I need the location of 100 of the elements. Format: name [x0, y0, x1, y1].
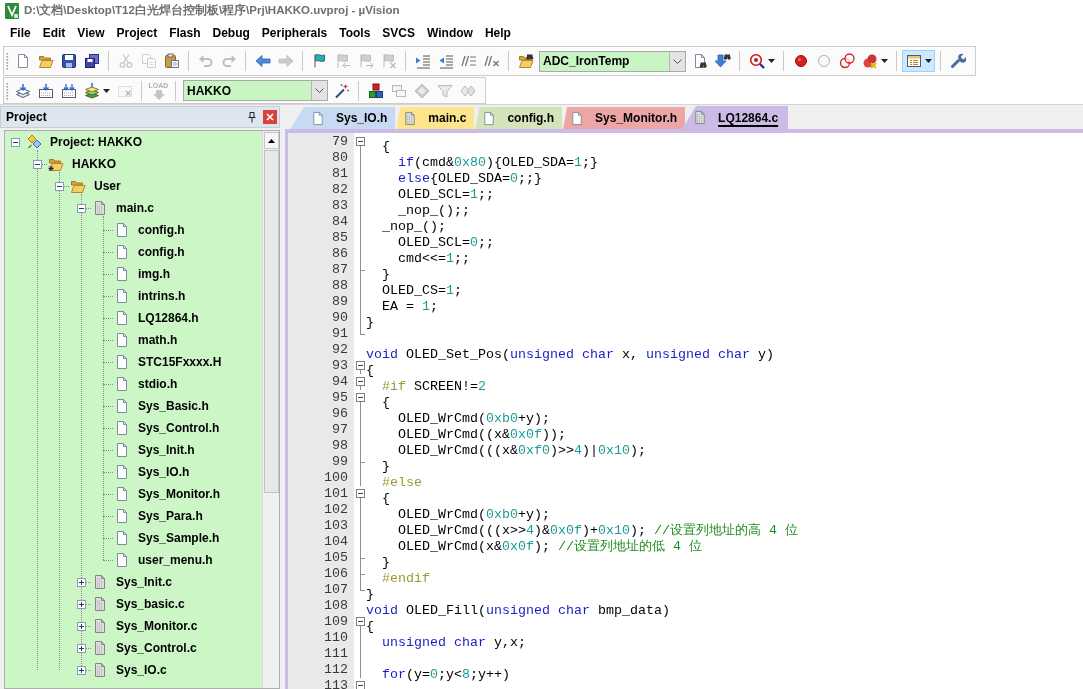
tree-toggle[interactable] — [76, 599, 86, 609]
tree-toggle[interactable] — [10, 137, 20, 147]
toolbar-button[interactable] — [902, 50, 935, 72]
slashes-lines-icon — [460, 53, 477, 69]
arrow-right-icon — [277, 53, 294, 69]
menu-item[interactable]: View — [71, 24, 111, 42]
tree-toggle[interactable] — [76, 643, 86, 653]
tree-item[interactable]: Sys_Control.h — [138, 419, 220, 437]
code-line: OLED_SCL=0;; — [397, 235, 494, 251]
code-line: { — [381, 395, 390, 411]
tree-item[interactable]: Project: HAKKO — [50, 133, 142, 151]
line-number: 107 — [323, 582, 348, 598]
editor-tab[interactable]: Sys_IO.h — [290, 107, 396, 129]
menu-item[interactable]: File — [4, 24, 37, 42]
tree-item[interactable]: config.h — [138, 221, 185, 239]
window-icon — [906, 53, 922, 69]
line-number: 80 — [331, 150, 348, 166]
fold-toggle[interactable] — [356, 489, 365, 498]
toolbar-grip[interactable] — [6, 52, 9, 70]
tree-item[interactable]: Sys_Init.h — [138, 441, 195, 459]
menu-item[interactable]: SVCS — [376, 24, 422, 42]
editor-tab[interactable]: Sys_Monitor.h — [563, 107, 686, 129]
fold-toggle[interactable] — [356, 393, 365, 402]
tree-toggle[interactable] — [76, 665, 86, 675]
scissors-icon — [117, 53, 134, 69]
tree-item[interactable]: user_menu.h — [138, 551, 213, 569]
menu-item[interactable]: Tools — [333, 24, 377, 42]
menu-item[interactable]: Window — [421, 24, 479, 42]
tree-item[interactable]: HAKKO — [72, 155, 116, 173]
select-field[interactable]: ADC_IronTemp — [539, 50, 686, 72]
tree-item[interactable]: intrins.h — [138, 287, 186, 305]
close-icon[interactable] — [263, 110, 277, 124]
editor-tab[interactable]: LQ12864.c — [682, 106, 789, 129]
tree-item[interactable]: Sys_Sample.h — [138, 529, 220, 547]
tree-item[interactable]: User — [94, 177, 121, 195]
tree-item[interactable]: Sys_Monitor.c — [116, 617, 198, 635]
tree-toggle[interactable] — [76, 203, 86, 213]
line-number: 100 — [323, 470, 348, 486]
tree-toggle[interactable] — [76, 621, 86, 631]
line-number: 113 — [323, 678, 348, 689]
menu-item[interactable]: Flash — [163, 24, 207, 42]
tree-item[interactable]: Sys_Init.c — [116, 573, 173, 591]
folder-binoculars-icon — [517, 53, 534, 69]
tree-item[interactable]: Sys_IO.h — [138, 463, 190, 481]
flag-arrow-left-icon — [334, 53, 351, 69]
scroll-up-button[interactable] — [263, 132, 279, 149]
tree-item[interactable]: Sys_Control.c — [116, 639, 197, 657]
fold-toggle[interactable] — [356, 377, 365, 386]
pin-icon[interactable] — [248, 111, 256, 123]
code-line: OLED_WrCmd(((x>>4)&0x0f)+0x10); //设置列地址的高 4 位 — [397, 523, 798, 539]
editor-tab[interactable]: main.c — [396, 107, 475, 129]
line-number: 84 — [331, 214, 348, 230]
toolbar-grip[interactable] — [6, 81, 9, 100]
tree-item[interactable]: STC15Fxxxx.H — [138, 353, 222, 371]
line-number: 91 — [331, 326, 348, 342]
menu-item[interactable]: Help — [478, 24, 517, 42]
tree-toggle[interactable] — [76, 577, 86, 587]
code-line: unsigned char y,x; — [381, 635, 526, 651]
arrow-down-icon — [152, 89, 165, 100]
tree-toggle[interactable] — [54, 181, 64, 191]
menu-item[interactable]: Edit — [36, 24, 72, 42]
fold-toggle[interactable] — [356, 617, 365, 626]
code-line: OLED_SCL=1;; — [397, 187, 494, 203]
line-number: 111 — [323, 646, 348, 662]
tree-item[interactable]: Sys_Monitor.h — [138, 485, 220, 503]
menu-item[interactable]: Debug — [206, 24, 256, 42]
editor-tab[interactable]: config.h — [475, 107, 563, 129]
tree-item[interactable]: img.h — [138, 265, 170, 283]
code-line: EA = 1; — [381, 299, 438, 315]
dropdown-button[interactable] — [311, 81, 327, 100]
file-icon — [114, 310, 130, 326]
flag-icon — [311, 53, 328, 69]
tree-item[interactable]: Sys_Basic.h — [138, 397, 209, 415]
file-icon — [114, 508, 130, 524]
overlapping-circles-icon — [838, 53, 855, 69]
file-icon — [114, 486, 130, 502]
file-icon — [114, 442, 130, 458]
code-line: #if SCREEN!=2 — [381, 379, 486, 395]
tree-item[interactable]: Sys_basic.c — [116, 595, 185, 613]
tree-item[interactable]: stdio.h — [138, 375, 178, 393]
fold-toggle[interactable] — [356, 681, 365, 689]
tree-item[interactable]: main.c — [116, 199, 154, 217]
tree-item[interactable]: config.h — [138, 243, 185, 261]
fold-toggle[interactable] — [356, 137, 365, 146]
file-icon — [114, 398, 130, 414]
menu-item[interactable]: Peripherals — [255, 24, 334, 42]
arrow-up-icon — [267, 138, 275, 143]
shaded-file-icon — [92, 596, 108, 612]
tree-item[interactable]: Sys_Para.h — [138, 507, 203, 525]
fold-toggle[interactable] — [356, 361, 365, 370]
tree-item[interactable]: math.h — [138, 331, 178, 349]
tree-item[interactable]: LQ12864.h — [138, 309, 199, 327]
menu-item[interactable]: Project — [110, 24, 164, 42]
tree-toggle[interactable] — [32, 159, 42, 169]
scrollbar-thumb[interactable] — [263, 150, 279, 493]
select-field[interactable]: HAKKO — [183, 80, 328, 101]
tree-item[interactable]: Sys_IO.c — [116, 661, 167, 679]
arrow-left-icon — [254, 53, 271, 69]
caret-icon — [768, 59, 775, 63]
caret-icon — [881, 59, 888, 63]
